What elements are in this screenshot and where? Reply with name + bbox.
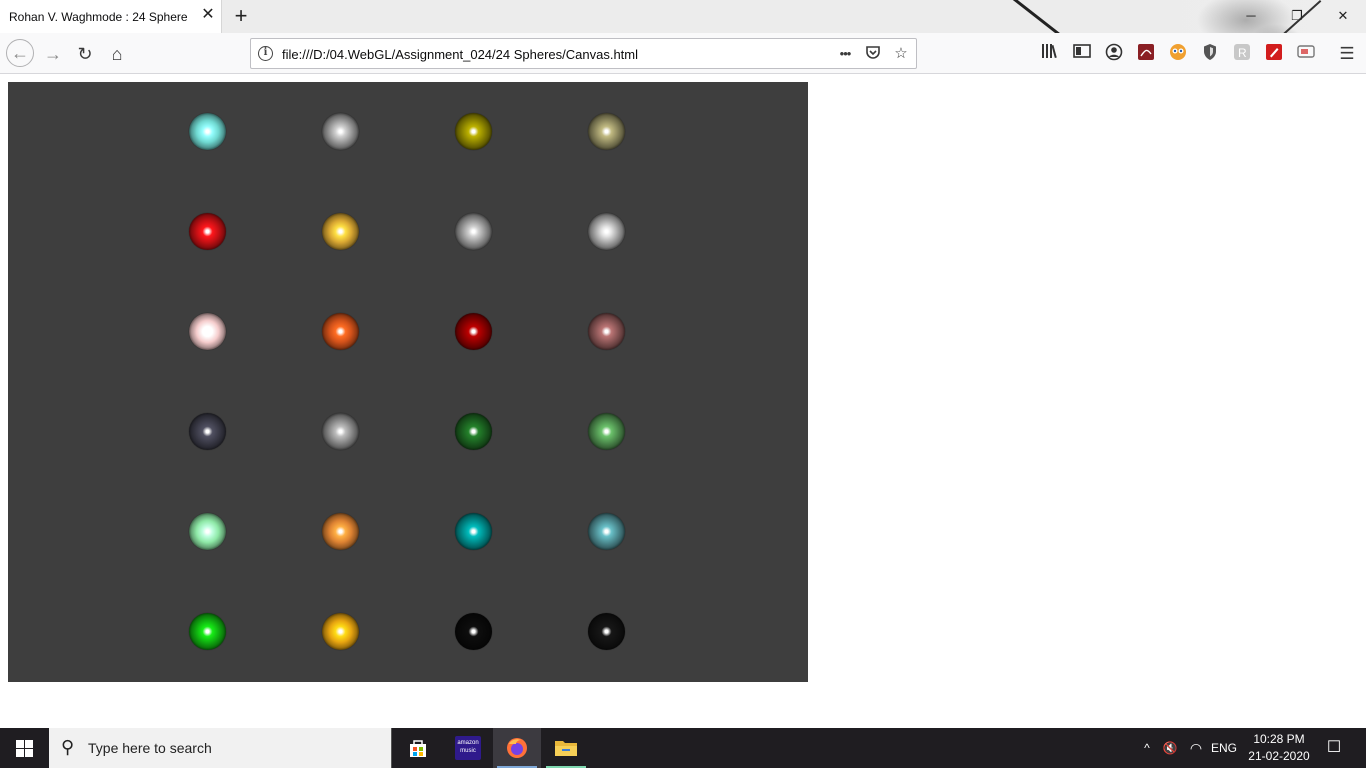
clock-time: 10:28 PM	[1253, 732, 1305, 746]
sphere-cyan-rubber	[588, 513, 625, 550]
clock-date: 21-02-2020	[1248, 749, 1310, 763]
reload-button[interactable]: ↻	[72, 41, 98, 67]
maximize-button[interactable]: ❐	[1285, 6, 1309, 26]
forward-button[interactable]: →	[40, 41, 66, 67]
file-explorer-icon	[555, 741, 577, 756]
sphere-white-plastic	[189, 513, 226, 550]
sphere-red-rubber	[322, 613, 359, 650]
amazon-music-label: amazon music	[457, 740, 479, 754]
sphere-copper	[322, 313, 359, 350]
sphere-yellow-plastic	[322, 513, 359, 550]
search-icon: ⚲	[61, 737, 75, 757]
menu-button[interactable]: ☰	[1334, 41, 1360, 67]
show-hidden-icons-button[interactable]: ^	[1137, 728, 1157, 768]
pdf-icon[interactable]	[1136, 43, 1156, 63]
store-icon	[410, 740, 426, 757]
amazon-music-app[interactable]: amazon music	[444, 728, 492, 768]
volume-muted-icon[interactable]: 🔇	[1160, 728, 1180, 768]
taskbar-search[interactable]: ⚲ Type here to search	[49, 728, 392, 768]
sphere-jade	[322, 113, 359, 150]
firefox-icon	[507, 738, 527, 758]
sphere-black-plastic	[189, 413, 226, 450]
sphere-green-plastic	[455, 413, 492, 450]
new-tab-button[interactable]: +	[229, 5, 253, 29]
sphere-obsidian	[455, 113, 492, 150]
sphere-bronze	[588, 213, 625, 250]
store-app[interactable]	[394, 728, 442, 768]
shield-icon[interactable]	[1200, 43, 1220, 63]
url-text[interactable]: file:///D:/04.WebGL/Assignment_024/24 Sp…	[282, 47, 638, 62]
svg-text:R: R	[1238, 46, 1247, 60]
sphere-yellow-rubber	[588, 613, 625, 650]
search-placeholder: Type here to search	[88, 740, 212, 756]
sphere-pearl	[588, 113, 625, 150]
file-explorer-app[interactable]	[542, 728, 590, 768]
pen-icon[interactable]	[1264, 43, 1284, 63]
sphere-red-plastic	[588, 413, 625, 450]
windows-logo-icon	[16, 749, 24, 757]
sphere-silver	[588, 313, 625, 350]
sphere-gold	[455, 313, 492, 350]
firefox-app[interactable]	[493, 728, 541, 768]
tab-close-icon[interactable]: ✕	[200, 7, 216, 23]
sphere-emerald	[189, 113, 226, 150]
extension-icon[interactable]	[1168, 43, 1188, 63]
sphere-brass	[455, 213, 492, 250]
sphere-green-rubber	[189, 613, 226, 650]
windows-logo-icon	[25, 740, 33, 748]
notifications-icon[interactable]: ☐	[1322, 728, 1346, 768]
library-icon[interactable]	[1040, 43, 1060, 63]
network-icon[interactable]: ◠	[1186, 728, 1206, 768]
taskbar: ⚲ Type here to search amazon music ^ 🔇 ◠…	[0, 728, 1366, 768]
navigation-bar: ← → ↻ ⌂ i file:///D:/04.WebGL/Assignment…	[0, 33, 1366, 74]
pocket-icon[interactable]	[863, 44, 883, 64]
site-info-icon[interactable]: i	[258, 46, 273, 61]
account-icon[interactable]	[1104, 43, 1124, 63]
language-indicator[interactable]: ENG	[1210, 728, 1238, 768]
sphere-ruby	[189, 213, 226, 250]
windows-logo-icon	[16, 740, 24, 748]
sphere-cyan-plastic	[322, 413, 359, 450]
windows-logo-icon	[25, 749, 33, 757]
tab-strip: Rohan V. Waghmode : 24 Sphere ✕ + ─ ❐ ✕	[0, 0, 1366, 33]
sphere-white-rubber	[455, 613, 492, 650]
tab-active[interactable]: Rohan V. Waghmode : 24 Sphere ✕	[0, 0, 222, 33]
back-button[interactable]: ←	[6, 39, 34, 67]
sphere-turquoise	[322, 213, 359, 250]
clock[interactable]: 10:28 PM 21-02-2020	[1245, 731, 1313, 765]
home-button[interactable]: ⌂	[104, 41, 130, 67]
screenshot-icon[interactable]	[1296, 43, 1316, 63]
sphere-black-rubber	[455, 513, 492, 550]
amazon-music-icon: amazon music	[455, 736, 481, 760]
page-actions-icon[interactable]: •••	[835, 44, 855, 64]
url-bar[interactable]: i file:///D:/04.WebGL/Assignment_024/24 …	[250, 38, 917, 69]
sphere-chrome	[189, 313, 226, 350]
tab-title: Rohan V. Waghmode : 24 Sphere	[9, 10, 188, 24]
close-window-button[interactable]: ✕	[1331, 6, 1355, 26]
start-button[interactable]	[0, 728, 48, 768]
webgl-canvas[interactable]	[8, 82, 808, 682]
minimize-button[interactable]: ─	[1239, 6, 1263, 26]
bookmark-star-icon[interactable]: ☆	[891, 44, 911, 64]
sidebar-icon[interactable]	[1072, 43, 1092, 63]
extension-icon[interactable]: R	[1232, 43, 1252, 63]
